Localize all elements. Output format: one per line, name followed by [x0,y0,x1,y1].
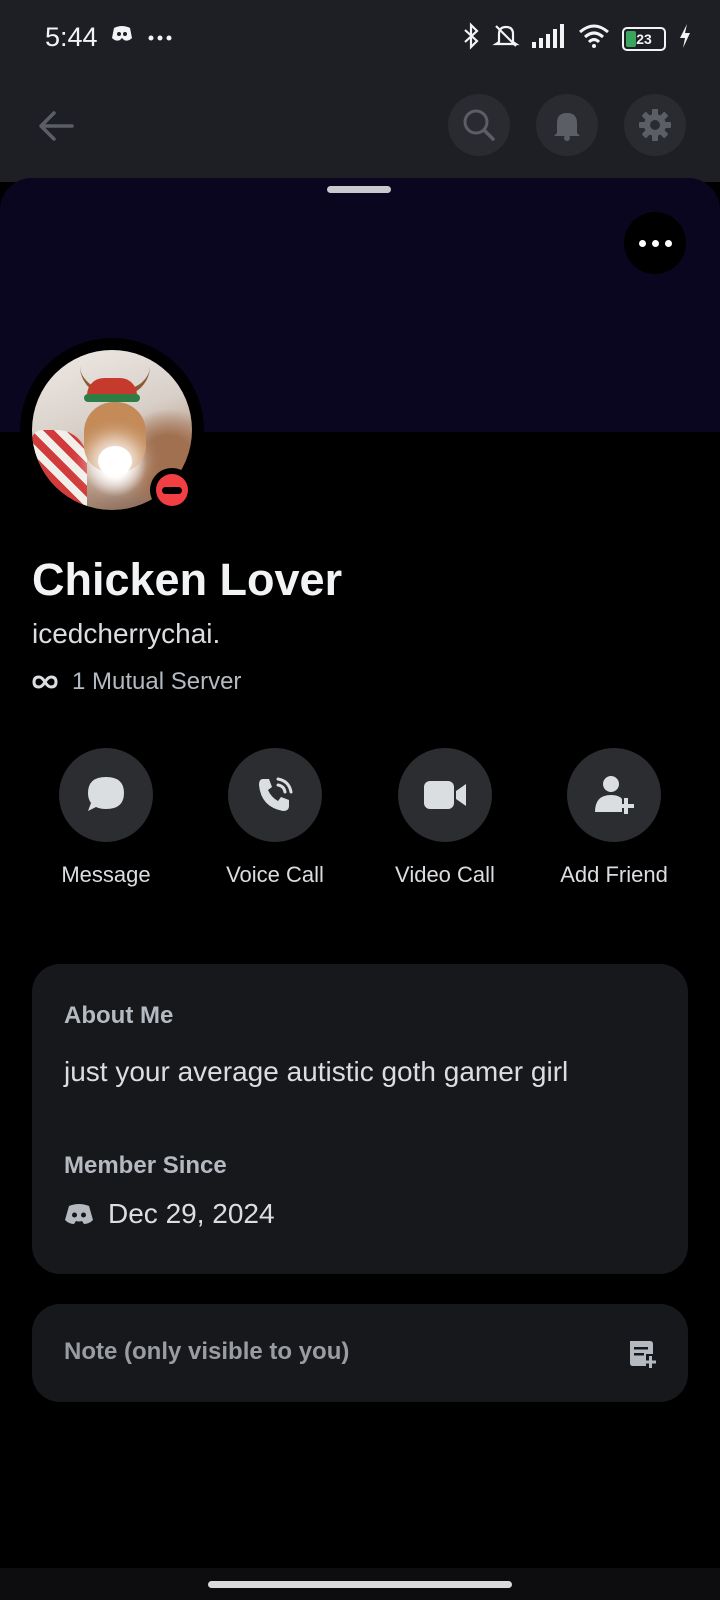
home-indicator[interactable] [208,1581,512,1588]
member-since-row: Dec 29, 2024 [64,1198,275,1230]
top-navigation [0,78,720,182]
status-dnd-icon [150,468,194,512]
charging-icon [678,24,692,53]
add-friend-icon [595,776,634,814]
wifi-icon [578,24,610,53]
member-since-heading: Member Since [64,1152,227,1179]
notifications-button[interactable] [536,94,598,156]
system-navigation-bar [0,1568,720,1600]
phone-icon [259,777,293,811]
mutual-servers-label: 1 Mutual Server [72,668,242,695]
note-placeholder: Note (only visible to you) [64,1338,350,1365]
add-friend-label: Add Friend [560,862,668,887]
member-since-date: Dec 29, 2024 [108,1198,275,1229]
bluetooth-icon [462,22,480,55]
more-dot-icon [638,239,646,247]
more-dot-icon [651,239,659,247]
sheet-drag-handle[interactable] [327,186,391,193]
back-arrow-icon [39,111,74,141]
search-button[interactable] [448,94,510,156]
avatar-container[interactable] [20,338,204,522]
about-me-card: About Me just your average autistic goth… [32,964,688,1274]
video-camera-icon [424,781,466,809]
back-button[interactable] [34,104,78,148]
voice-call-button[interactable]: Voice Call [195,748,355,888]
video-call-label: Video Call [395,862,495,887]
profile-sheet: Chicken Lover icedcherrychai. 1 Mutual S… [0,178,720,1600]
signal-icon [532,24,566,53]
battery-level: 23 [636,30,652,47]
settings-button[interactable] [624,94,686,156]
discord-notification-icon [110,24,134,49]
display-name: Chicken Lover [32,554,343,605]
message-label: Message [61,862,151,887]
bell-muted-icon [492,22,520,55]
battery-icon: 23 [622,26,666,51]
voice-call-label: Voice Call [226,862,324,887]
chat-bubble-icon [88,777,124,811]
profile-actions: Message Voice Call Video Call Add Friend [0,748,720,898]
more-options-button[interactable] [624,212,686,274]
about-me-text: just your average autistic goth gamer gi… [64,1056,569,1087]
gear-icon [639,109,671,141]
mutual-servers-icon [32,675,58,689]
note-field[interactable]: Note (only visible to you) [32,1304,688,1402]
status-time: 5:44 [45,22,98,52]
more-icon [148,28,172,46]
add-note-icon [626,1338,658,1375]
status-bar: 5:44 23 [0,0,720,78]
more-dot-icon [664,239,672,247]
add-friend-button[interactable]: Add Friend [534,748,694,888]
discord-logo-icon [65,1204,93,1224]
mutual-servers[interactable]: 1 Mutual Server [32,668,241,696]
video-call-button[interactable]: Video Call [365,748,525,888]
search-icon [463,109,495,141]
username[interactable]: icedcherrychai. [32,618,220,650]
message-button[interactable]: Message [26,748,186,888]
bell-icon [554,113,580,141]
about-me-heading: About Me [64,1002,174,1029]
